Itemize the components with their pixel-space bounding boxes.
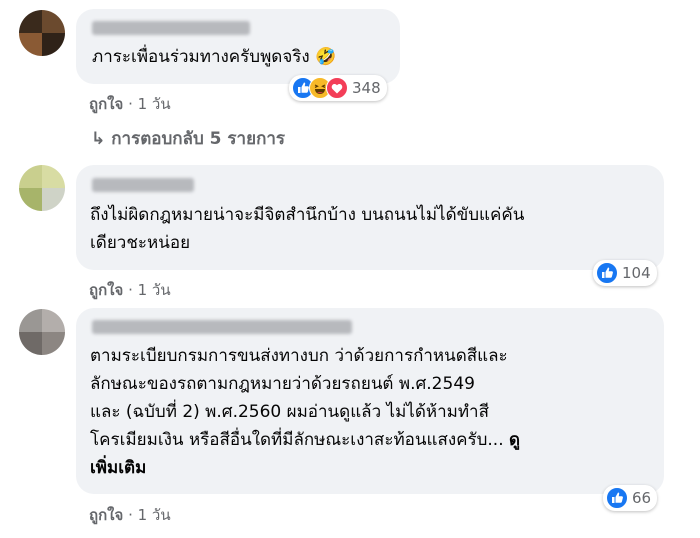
timestamp[interactable]: 1 วัน — [138, 281, 171, 299]
like-link[interactable]: ถูกใจ — [89, 281, 123, 299]
like-link[interactable]: ถูกใจ — [89, 95, 123, 113]
like-icon — [606, 487, 628, 509]
like-icon — [596, 262, 618, 284]
comment-text: ภาระเพื่อนร่วมทางครับพูดจริง 🤣 — [92, 47, 337, 67]
reaction-summary[interactable]: 348 — [289, 75, 387, 101]
comment-text: ตามระเบียบกรมการขนส่งทางบก ว่าด้วยการกำห… — [90, 342, 520, 482]
comment-bubble: ถึงไม่ผิดกฎหมายน่าจะมีจิตสำนึกบ้าง บนถนน… — [76, 165, 664, 270]
meta-separator: · — [128, 95, 133, 113]
commenter-name-blurred[interactable] — [92, 320, 352, 334]
comment-meta: ถูกใจ · 1 วัน — [89, 278, 171, 302]
love-icon — [326, 77, 348, 99]
comment-meta: ถูกใจ · 1 วัน — [89, 92, 171, 116]
commenter-name-blurred[interactable] — [92, 21, 250, 35]
see-more-link-cont[interactable]: เพิ่มเติม — [90, 454, 520, 482]
reaction-count: 348 — [352, 79, 381, 97]
comment-bubble: ตามระเบียบกรมการขนส่งทางบก ว่าด้วยการกำห… — [76, 308, 664, 494]
reaction-summary[interactable]: 104 — [593, 260, 657, 286]
commenter-avatar[interactable] — [19, 165, 65, 211]
comment-meta: ถูกใจ · 1 วัน — [89, 503, 171, 527]
see-more-link[interactable]: ดู — [509, 430, 520, 450]
commenter-name-blurred[interactable] — [92, 178, 194, 192]
comment-bubble: ภาระเพื่อนร่วมทางครับพูดจริง 🤣 — [76, 9, 400, 84]
reply-arrow-icon: ↳ — [91, 129, 106, 149]
reaction-summary[interactable]: 66 — [603, 485, 658, 511]
timestamp[interactable]: 1 วัน — [138, 506, 171, 524]
meta-separator: · — [128, 281, 133, 299]
reaction-count: 104 — [622, 264, 651, 282]
reaction-count: 66 — [632, 489, 652, 507]
comment-text: ถึงไม่ผิดกฎหมายน่าจะมีจิตสำนึกบ้าง บนถนน… — [90, 205, 525, 253]
commenter-avatar[interactable] — [19, 309, 65, 355]
like-link[interactable]: ถูกใจ — [89, 506, 123, 524]
replies-label: การตอบกลับ 5 รายการ — [111, 129, 286, 149]
view-replies-link[interactable]: ↳ การตอบกลับ 5 รายการ — [91, 125, 285, 152]
commenter-avatar[interactable] — [19, 10, 65, 56]
meta-separator: · — [128, 506, 133, 524]
timestamp[interactable]: 1 วัน — [138, 95, 171, 113]
